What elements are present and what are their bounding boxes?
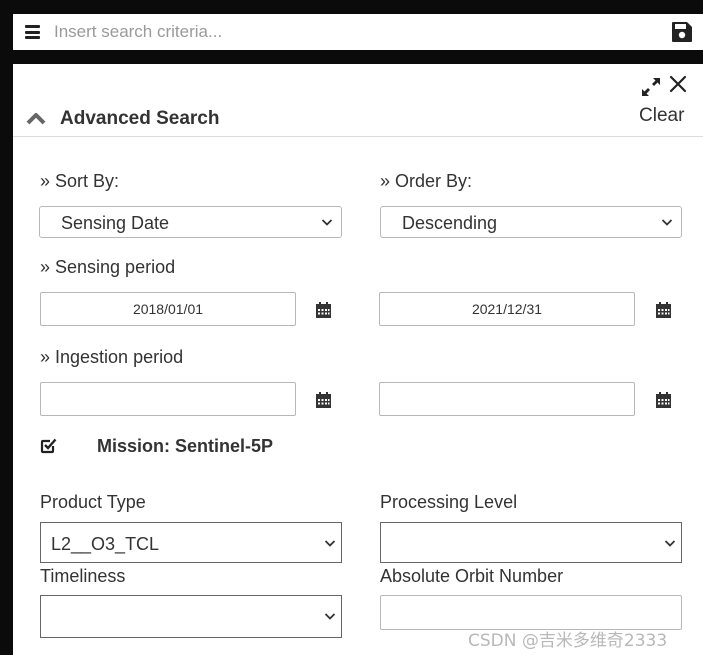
processing-level-select[interactable] [380, 522, 682, 563]
ingestion-end-input[interactable] [379, 382, 635, 416]
expand-icon[interactable] [640, 76, 662, 98]
advanced-search-panel: Clear Advanced Search » Sort By: » Order… [13, 64, 703, 655]
sensing-start-value: 2018/01/01 [132, 301, 204, 317]
order-by-label: » Order By: [380, 171, 473, 191]
ingestion-start-input[interactable] [40, 382, 296, 416]
orbit-number-input[interactable] [380, 595, 682, 630]
chevron-down-icon [324, 540, 336, 547]
sort-by-value: Sensing Date [61, 213, 170, 233]
order-by-value: Descending [402, 213, 498, 233]
chevron-down-icon [664, 540, 676, 547]
product-type-label: Product Type [40, 492, 146, 512]
calendar-icon[interactable] [655, 392, 672, 409]
close-icon[interactable] [668, 74, 688, 94]
timeliness-select[interactable] [40, 595, 342, 638]
sensing-end-input[interactable]: 2021/12/31 [379, 292, 635, 326]
chevron-down-icon [324, 613, 336, 620]
sensing-period-label: » Sensing period [40, 257, 176, 277]
divider [13, 136, 703, 137]
sort-by-select[interactable]: Sensing Date [39, 206, 342, 238]
product-type-select[interactable]: L2__O3_TCL [40, 522, 342, 563]
calendar-icon[interactable] [655, 302, 672, 319]
menu-icon[interactable] [25, 25, 40, 39]
timeliness-label: Timeliness [40, 566, 126, 586]
advanced-search-title[interactable]: Advanced Search [60, 108, 219, 130]
product-type-value: L2__O3_TCL [51, 534, 160, 554]
sensing-end-value: 2021/12/31 [471, 301, 543, 317]
save-icon[interactable] [671, 21, 693, 43]
calendar-icon[interactable] [315, 392, 332, 409]
sort-by-label: » Sort By: [40, 171, 120, 191]
chevron-down-icon [321, 219, 333, 226]
checkbox-checked-icon[interactable] [40, 437, 57, 454]
calendar-icon[interactable] [315, 302, 332, 319]
order-by-select[interactable]: Descending [380, 206, 682, 238]
chevron-up-icon[interactable] [26, 111, 46, 125]
clear-button[interactable]: Clear [639, 105, 684, 127]
search-input[interactable] [54, 20, 614, 44]
chevron-down-icon [661, 219, 673, 226]
orbit-number-label: Absolute Orbit Number [380, 566, 564, 586]
watermark: CSDN @吉米多维奇2333 [468, 631, 668, 651]
mission-label[interactable]: Mission: Sentinel-5P [97, 436, 273, 457]
ingestion-period-label: » Ingestion period [40, 347, 184, 367]
search-bar [13, 14, 703, 50]
sensing-start-input[interactable]: 2018/01/01 [40, 292, 296, 326]
processing-level-label: Processing Level [380, 492, 518, 512]
